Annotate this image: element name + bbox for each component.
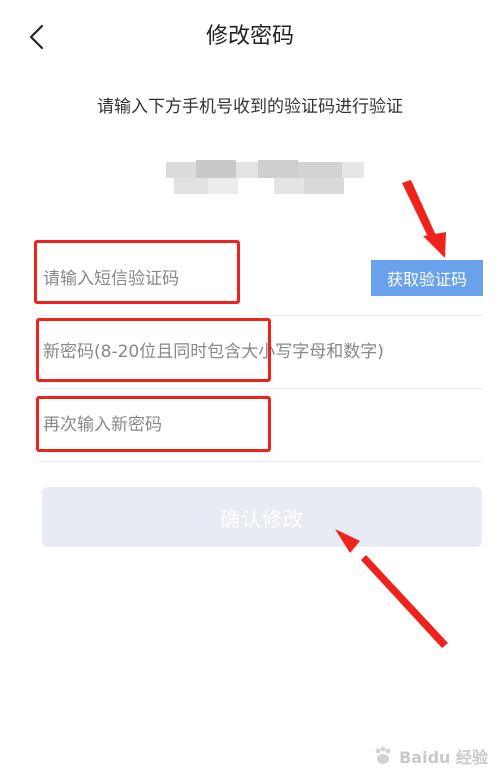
new-password-input[interactable]	[40, 316, 483, 388]
masked-phone-number	[166, 160, 364, 198]
get-code-button[interactable]: 获取验证码	[371, 260, 483, 296]
baidu-watermark: Baidu 经验	[371, 744, 488, 768]
new-password-row	[40, 316, 483, 389]
page-title: 修改密码	[205, 24, 294, 49]
sms-code-input[interactable]	[40, 243, 363, 315]
watermark-text: Baidu 经验	[399, 748, 488, 767]
instruction-text: 请输入下方手机号收到的验证码进行验证	[97, 97, 403, 117]
paw-icon	[375, 746, 391, 764]
confirm-change-button[interactable]: 确认修改	[42, 487, 482, 547]
sms-code-row: 获取验证码	[40, 243, 483, 316]
confirm-password-row	[40, 389, 483, 462]
change-password-screen: 修改密码 请输入下方手机号收到的验证码进行验证 获取验证码 确认修改	[0, 0, 500, 780]
confirm-password-input[interactable]	[40, 389, 483, 461]
